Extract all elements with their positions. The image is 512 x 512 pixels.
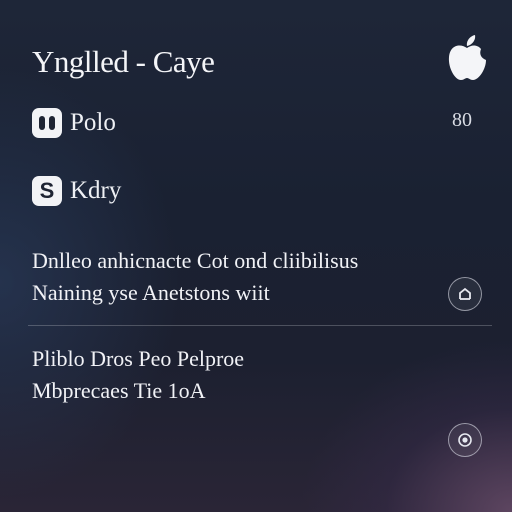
divider [28, 325, 492, 326]
s-badge-icon: S [32, 176, 62, 206]
settings-row-polo[interactable]: Polo [32, 108, 116, 138]
row-value: 80 [452, 109, 472, 131]
row-label: Kdry [70, 177, 122, 204]
settings-row-kdry[interactable]: S Kdry [32, 176, 121, 206]
apple-icon [448, 35, 486, 80]
screen: Ynglled - Caye Polo 80 S Kdry Dnlleo anh… [0, 0, 512, 512]
description-line: Naining yse Anetstons wiit [32, 280, 270, 305]
expand-icon [459, 287, 471, 300]
page-title: Ynglled - Caye [32, 44, 215, 79]
toggle-icon [32, 108, 62, 138]
description-line: Pliblo Dros Peo Pelproe [32, 346, 245, 371]
expand-button[interactable] [448, 277, 482, 311]
row-label: Polo [70, 109, 116, 136]
description-block: Dnlleo anhicnacte Cot ond cliibilisus Na… [32, 245, 358, 309]
description-line: Mbprecaes Tie 1oA [32, 378, 206, 403]
radio-button[interactable] [448, 423, 482, 457]
radio-icon [458, 433, 472, 447]
description-line: Dnlleo anhicnacte Cot ond cliibilisus [32, 248, 359, 273]
description-block: Pliblo Dros Peo Pelproe Mbprecaes Tie 1o… [32, 343, 244, 407]
